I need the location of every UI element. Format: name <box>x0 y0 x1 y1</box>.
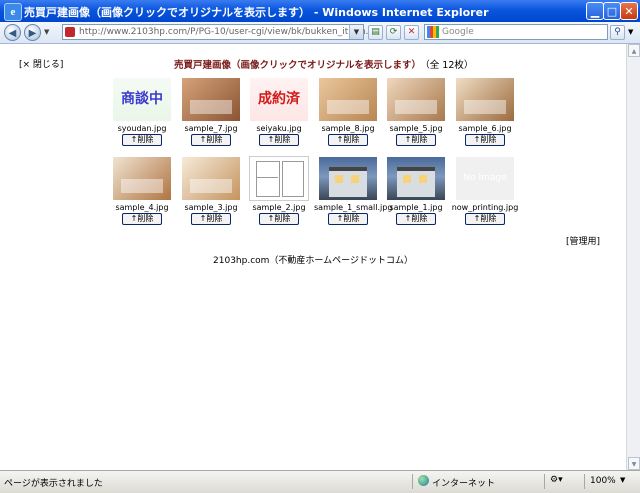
image-filename: sample_8.jpg <box>321 124 375 133</box>
protected-mode-icon[interactable]: ⚙▾ <box>550 475 563 485</box>
compatibility-icon[interactable]: ▤ <box>368 25 383 40</box>
delete-button[interactable]: ↑削除 <box>191 134 231 146</box>
delete-button[interactable]: ↑削除 <box>328 134 368 146</box>
stop-button[interactable]: ✕ <box>404 25 419 40</box>
security-zone-label: インターネット <box>432 479 496 489</box>
delete-button[interactable]: ↑削除 <box>396 213 436 225</box>
delete-button[interactable]: ↑削除 <box>465 213 505 225</box>
scroll-down-icon[interactable]: ▼ <box>628 457 640 470</box>
image-thumbnail[interactable] <box>182 157 240 200</box>
close-window-button[interactable]: ✕ <box>620 2 638 20</box>
delete-button[interactable]: ↑削除 <box>465 134 505 146</box>
maximize-button[interactable]: □ <box>603 2 621 20</box>
image-filename: sample_7.jpg <box>184 124 238 133</box>
window-titlebar: e 売買戸建画像（画像クリックでオリジナルを表示します） - Windows I… <box>0 0 640 22</box>
site-favicon-icon <box>65 27 75 37</box>
image-thumbnail[interactable]: No Image <box>456 157 514 200</box>
delete-button[interactable]: ↑削除 <box>259 213 299 225</box>
thumbnail-text: 商談中 <box>113 78 171 121</box>
forward-button[interactable]: ▶ <box>24 24 41 41</box>
address-dropdown-icon[interactable]: ▼ <box>349 25 363 39</box>
address-toolbar: ◀ ▶ ▼ http://www.2103hp.com/P/PG-10/user… <box>0 22 640 44</box>
page-heading: 売買戸建画像（画像クリックでオリジナルを表示します） （全 12枚） <box>174 57 473 71</box>
search-field[interactable]: Google <box>424 24 608 40</box>
back-button[interactable]: ◀ <box>4 24 21 41</box>
zoom-level[interactable]: 100% <box>590 476 616 486</box>
image-row: sample_4.jpg ↑削除 sample_3.jpg ↑削除 sample_2.j… <box>108 156 524 236</box>
recent-pages-dropdown-icon[interactable]: ▼ <box>44 28 49 36</box>
image-item: sample_4.jpg ↑削除 <box>108 157 176 225</box>
image-item: sample_3.jpg ↑削除 <box>177 157 245 225</box>
image-item: 成約済 seiyaku.jpg ↑削除 <box>245 78 313 146</box>
image-thumbnail[interactable] <box>113 157 171 200</box>
close-link[interactable]: [× 閉じる] <box>19 57 63 70</box>
thumbnail-text: No Image <box>463 173 507 183</box>
google-search-icon <box>427 26 439 38</box>
image-filename: sample_5.jpg <box>389 124 443 133</box>
delete-button[interactable]: ↑削除 <box>122 213 162 225</box>
image-row: 商談中 syoudan.jpg ↑削除 sample_7.jpg ↑削除 成約済 seiya… <box>108 78 524 157</box>
internet-zone-icon <box>418 475 429 486</box>
image-filename: seiyaku.jpg <box>256 124 302 133</box>
image-item: No Image now_printing.jpg ↑削除 <box>451 157 519 225</box>
image-thumbnail[interactable] <box>249 156 309 201</box>
image-filename: sample_3.jpg <box>184 203 238 212</box>
image-item: sample_8.jpg ↑削除 <box>314 78 382 146</box>
image-thumbnail[interactable] <box>319 78 377 121</box>
image-item: sample_2.jpg ↑削除 <box>245 156 313 225</box>
image-item: sample_6.jpg ↑削除 <box>451 78 519 146</box>
ie-app-icon: e <box>4 3 22 21</box>
image-item: 商談中 syoudan.jpg ↑削除 <box>108 78 176 146</box>
minimize-button[interactable]: ▁ <box>586 2 604 20</box>
image-thumbnail[interactable]: 成約済 <box>250 78 308 121</box>
window-title: 売買戸建画像（画像クリックでオリジナルを表示します） - Windows Int… <box>24 6 489 19</box>
thumbnail-text: 成約済 <box>250 78 308 121</box>
address-field[interactable]: http://www.2103hp.com/P/PG-10/user-cgi/v… <box>62 24 382 40</box>
image-thumbnail[interactable] <box>456 78 514 121</box>
image-thumbnail[interactable] <box>319 157 377 200</box>
refresh-button[interactable]: ⟳ <box>386 25 401 40</box>
delete-button[interactable]: ↑削除 <box>328 213 368 225</box>
image-thumbnail[interactable]: 商談中 <box>113 78 171 121</box>
status-bar: ページが表示されました インターネット ⚙▾ 100% ▼ <box>0 470 640 493</box>
image-filename: sample_4.jpg <box>115 203 169 212</box>
search-placeholder: Google <box>442 27 474 37</box>
image-filename: sample_6.jpg <box>458 124 512 133</box>
vertical-scrollbar[interactable]: ▲ ▼ <box>626 44 640 470</box>
delete-button[interactable]: ↑削除 <box>122 134 162 146</box>
image-filename: syoudan.jpg <box>117 124 167 133</box>
search-button[interactable]: ⚲ <box>610 25 625 40</box>
search-options-icon[interactable]: ▼ <box>628 28 633 36</box>
image-thumbnail[interactable] <box>387 78 445 121</box>
image-item: sample_5.jpg ↑削除 <box>382 78 450 146</box>
address-url: http://www.2103hp.com/P/PG-10/user-cgi/v… <box>79 27 382 37</box>
image-filename: sample_1.jpg <box>389 203 443 212</box>
image-filename: now_printing.jpg <box>451 203 519 212</box>
image-filename: sample_2.jpg <box>252 203 306 212</box>
scroll-up-icon[interactable]: ▲ <box>628 44 640 57</box>
site-footer[interactable]: 2103hp.com（不動産ホームページドットコム） <box>0 253 626 266</box>
zoom-dropdown-icon[interactable]: ▼ <box>620 476 625 484</box>
page-title: 売買戸建画像（画像クリックでオリジナルを表示します） <box>174 60 422 71</box>
image-thumbnail[interactable] <box>387 157 445 200</box>
delete-button[interactable]: ↑削除 <box>191 213 231 225</box>
image-count: （全 12枚） <box>425 60 474 71</box>
page-content: [× 閉じる] 売買戸建画像（画像クリックでオリジナルを表示します） （全 12枚… <box>0 44 626 470</box>
image-filename: sample_1_small.jpg <box>314 203 393 212</box>
delete-button[interactable]: ↑削除 <box>259 134 299 146</box>
image-grid: 商談中 syoudan.jpg ↑削除 sample_7.jpg ↑削除 成約済 seiya… <box>108 78 524 236</box>
image-item: sample_1.jpg ↑削除 <box>382 157 450 225</box>
image-item: sample_7.jpg ↑削除 <box>177 78 245 146</box>
status-text: ページが表示されました <box>4 479 103 489</box>
delete-button[interactable]: ↑削除 <box>396 134 436 146</box>
image-thumbnail[interactable] <box>182 78 240 121</box>
image-item: sample_1_small.jpg ↑削除 <box>314 157 393 225</box>
admin-link[interactable]: [管理用] <box>566 234 600 247</box>
